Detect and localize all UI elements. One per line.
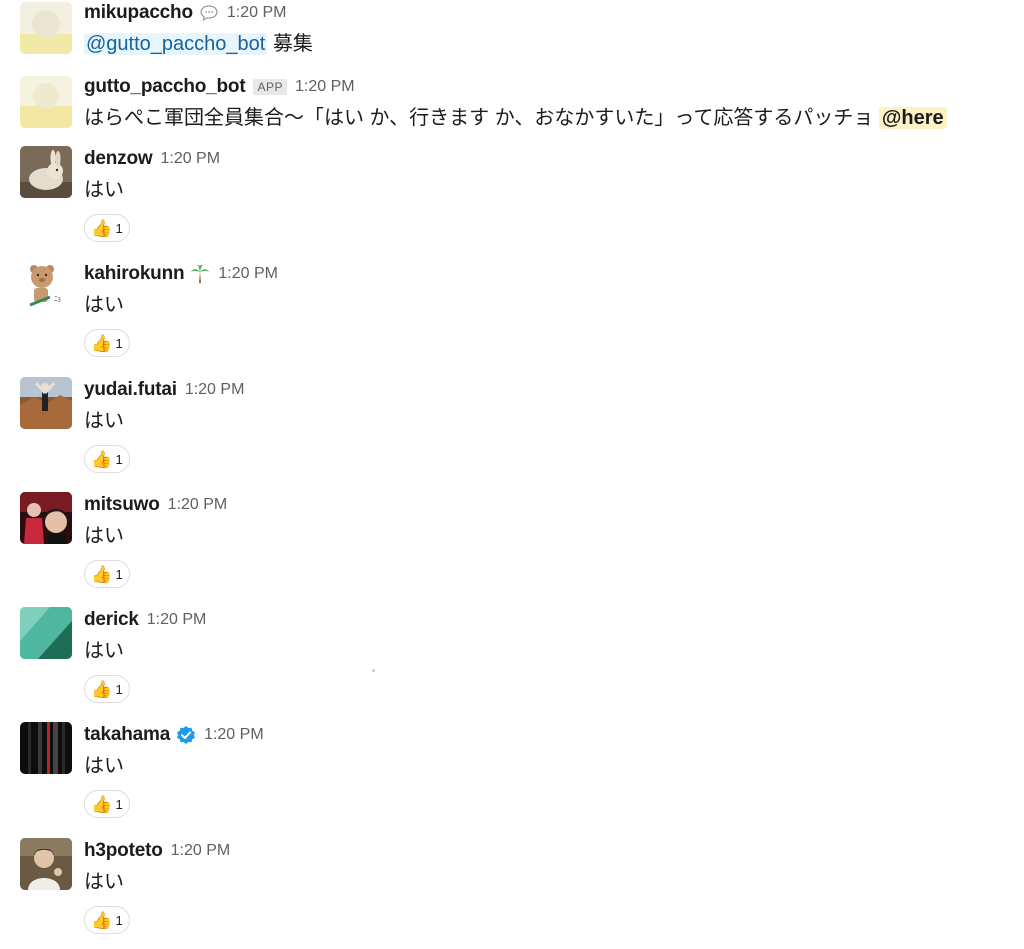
username[interactable]: derick xyxy=(84,609,139,631)
message-text-content: はらぺこ軍団全員集合〜「はい か、行きます か、おなかすいた」って応答するパッチ… xyxy=(84,107,874,129)
message-text: はい xyxy=(84,410,124,432)
message-header: yudai.futai 1:20 PM xyxy=(84,377,244,403)
timestamp[interactable]: 1:20 PM xyxy=(168,496,228,514)
message-text: @gutto_paccho_bot 募集 xyxy=(84,30,313,58)
timestamp[interactable]: 1:20 PM xyxy=(185,381,245,399)
thumbs-up-icon: 👍 xyxy=(91,679,113,699)
divider-dot xyxy=(372,669,375,672)
avatar[interactable] xyxy=(20,2,72,54)
avatar[interactable] xyxy=(20,722,72,774)
timestamp[interactable]: 1:20 PM xyxy=(147,611,207,629)
thumbs-up-icon: 👍 xyxy=(91,910,113,930)
reaction-count: 1 xyxy=(115,681,123,697)
message-text: はい xyxy=(84,871,124,893)
message-header: denzow 1:20 PM xyxy=(84,146,220,172)
svg-text:ﾆｮ: ﾆｮ xyxy=(54,295,61,303)
here-mention[interactable]: @here xyxy=(878,107,947,129)
username[interactable]: h3poteto xyxy=(84,840,163,862)
message-text: はい xyxy=(84,525,124,547)
username[interactable]: mikupaccho xyxy=(84,2,193,24)
thumbs-up-icon: 👍 xyxy=(91,449,113,469)
message-text: はらぺこ軍団全員集合〜「はい か、行きます か、おなかすいた」って応答するパッチ… xyxy=(84,104,947,132)
username[interactable]: yudai.futai xyxy=(84,379,177,401)
avatar[interactable] xyxy=(20,377,72,429)
message-text: はい xyxy=(84,640,124,662)
reaction-count: 1 xyxy=(115,796,123,812)
username[interactable]: gutto_paccho_bot xyxy=(84,76,246,98)
avatar[interactable] xyxy=(20,607,72,659)
message-header: kahirokunn 1:20 PM xyxy=(84,261,278,287)
reaction-button[interactable]: 👍 1 xyxy=(84,906,130,934)
timestamp[interactable]: 1:20 PM xyxy=(204,726,264,744)
app-badge: APP xyxy=(253,79,287,95)
thumbs-up-icon: 👍 xyxy=(91,333,113,353)
palm-tree-icon xyxy=(190,264,210,284)
message-text: はい xyxy=(84,179,124,201)
reaction-count: 1 xyxy=(115,912,123,928)
message-header: h3poteto 1:20 PM xyxy=(84,838,230,864)
timestamp[interactable]: 1:20 PM xyxy=(218,265,278,283)
message-header: mikupaccho 1:20 PM xyxy=(84,0,286,26)
reaction-button[interactable]: 👍 1 xyxy=(84,675,130,703)
timestamp[interactable]: 1:20 PM xyxy=(227,4,287,22)
reaction-button[interactable]: 👍 1 xyxy=(84,445,130,473)
user-mention[interactable]: @gutto_paccho_bot xyxy=(84,33,268,55)
reaction-button[interactable]: 👍 1 xyxy=(84,329,130,357)
avatar[interactable] xyxy=(20,76,72,128)
message-header: derick 1:20 PM xyxy=(84,607,206,633)
message-header: mitsuwo 1:20 PM xyxy=(84,492,227,518)
message-text: はい xyxy=(84,294,124,316)
thumbs-up-icon: 👍 xyxy=(91,564,113,584)
username[interactable]: mitsuwo xyxy=(84,494,160,516)
reaction-button[interactable]: 👍 1 xyxy=(84,214,130,242)
speech-bubble-icon xyxy=(199,3,219,23)
reaction-count: 1 xyxy=(115,566,123,582)
reaction-button[interactable]: 👍 1 xyxy=(84,560,130,588)
timestamp[interactable]: 1:20 PM xyxy=(295,78,355,96)
verified-badge-icon xyxy=(176,725,196,745)
avatar[interactable] xyxy=(20,838,72,890)
reaction-count: 1 xyxy=(115,220,123,236)
timestamp[interactable]: 1:20 PM xyxy=(171,842,231,860)
message-text-content: 募集 xyxy=(267,33,313,55)
message-header: gutto_paccho_bot APP 1:20 PM xyxy=(84,74,355,100)
thumbs-up-icon: 👍 xyxy=(91,218,113,238)
timestamp[interactable]: 1:20 PM xyxy=(160,150,220,168)
username[interactable]: takahama xyxy=(84,724,170,746)
avatar[interactable]: ﾆｮ xyxy=(20,261,72,313)
reaction-count: 1 xyxy=(115,335,123,351)
message-header: takahama 1:20 PM xyxy=(84,722,264,748)
avatar[interactable] xyxy=(20,146,72,198)
username[interactable]: denzow xyxy=(84,148,153,170)
avatar[interactable] xyxy=(20,492,72,544)
reaction-count: 1 xyxy=(115,451,123,467)
message-text: はい xyxy=(84,755,124,777)
reaction-button[interactable]: 👍 1 xyxy=(84,790,130,818)
username[interactable]: kahirokunn xyxy=(84,263,185,285)
thumbs-up-icon: 👍 xyxy=(91,794,113,814)
